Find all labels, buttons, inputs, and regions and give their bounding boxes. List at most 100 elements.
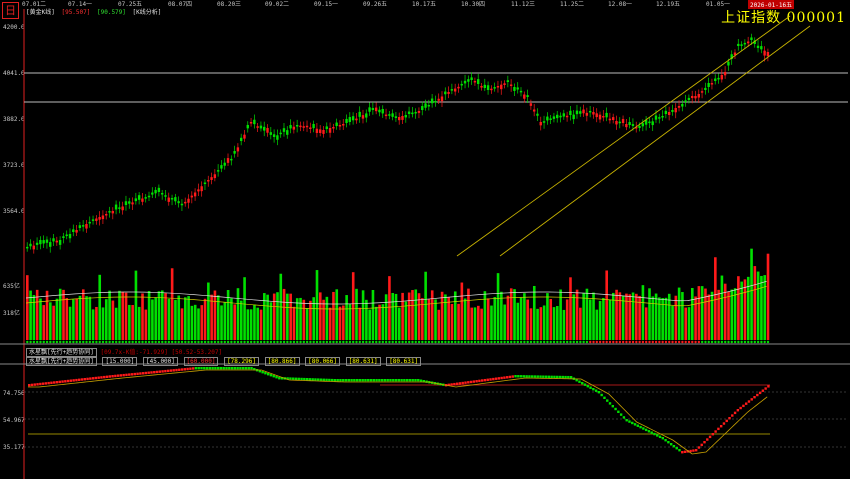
signal-dot <box>635 340 638 344</box>
indicator-bar <box>405 379 409 382</box>
kline-chart[interactable] <box>0 0 850 479</box>
indicator-bar <box>739 406 742 410</box>
indicator-bar <box>736 409 740 412</box>
signal-dot <box>437 340 441 344</box>
indicator-bar <box>664 439 667 442</box>
volume-bar <box>572 294 576 340</box>
signal-dot <box>121 340 124 344</box>
indicator-bar <box>400 379 403 382</box>
indicator-bar <box>333 379 337 382</box>
indicator-bar <box>300 377 303 381</box>
signal-dot <box>434 340 437 344</box>
candle-body <box>105 214 108 216</box>
volume-bar <box>95 306 98 340</box>
signal-dot <box>193 340 197 344</box>
volume-bar <box>305 308 309 340</box>
indicator-bar <box>617 410 620 413</box>
indicator-bar <box>328 378 331 382</box>
signal-dot <box>276 340 279 344</box>
signal-dot <box>289 340 292 344</box>
candle-body <box>62 236 65 238</box>
signal-dot <box>375 340 378 344</box>
indicator-bar <box>339 379 342 382</box>
signal-dot <box>200 340 203 344</box>
candle-body <box>101 215 105 220</box>
signal-dot <box>424 340 427 344</box>
indicator-bar <box>606 399 609 402</box>
volume-bar <box>223 301 227 340</box>
signal-dot <box>203 340 207 344</box>
indicator-bar <box>292 377 295 380</box>
indicator-bar <box>675 447 678 450</box>
candle-body <box>332 127 335 129</box>
signal-dot <box>35 340 39 344</box>
candle-body <box>154 189 157 194</box>
signal-dot <box>398 340 401 344</box>
candle-body <box>582 109 585 114</box>
signal-dot <box>49 340 52 344</box>
signal-dot <box>460 340 464 344</box>
indicator-bar <box>692 449 695 452</box>
volume-bar <box>727 291 730 340</box>
indicator-bar <box>86 377 89 381</box>
indicator-bar <box>542 375 545 378</box>
indicator-bar <box>544 375 548 378</box>
candle-body <box>147 195 151 198</box>
candle-body <box>526 95 529 97</box>
signal-dot <box>417 340 421 344</box>
candle-body <box>55 240 59 243</box>
signal-dot <box>154 340 157 344</box>
candle-body <box>618 121 621 124</box>
volume-bar <box>457 303 460 340</box>
indicator-bar <box>39 382 42 386</box>
indicator-bar <box>197 367 200 370</box>
signal-dot <box>342 340 345 344</box>
indicator-bar <box>650 431 653 434</box>
signal-dot <box>490 340 493 344</box>
candle-body <box>398 117 401 121</box>
candle-body <box>664 110 668 114</box>
candle-body <box>424 103 427 108</box>
indicator-bar <box>78 378 81 381</box>
signal-dot <box>184 340 187 344</box>
signal-dot <box>454 340 457 344</box>
candle-body <box>677 106 681 108</box>
candle-body <box>519 90 523 93</box>
indicator-bar <box>208 367 212 370</box>
indicator-bar <box>728 417 731 420</box>
candle-body <box>289 125 292 129</box>
candle-body <box>160 193 164 195</box>
signal-dot <box>88 340 92 344</box>
volume-bar <box>144 309 148 340</box>
volume-bar <box>292 306 296 340</box>
indicator-bar <box>719 425 723 428</box>
candle-body <box>276 135 279 140</box>
indicator-bar <box>717 427 720 431</box>
indicator-bar <box>222 367 225 370</box>
signal-dot <box>510 340 513 344</box>
indicator-bar <box>556 375 559 379</box>
signal-dot <box>506 340 510 344</box>
signal-dot <box>513 340 516 344</box>
indicator-bar <box>753 396 756 399</box>
volume-bar <box>154 297 157 340</box>
signal-dot <box>760 340 763 344</box>
indicator-bar <box>475 380 478 383</box>
volume-bar <box>371 289 375 340</box>
signal-dot <box>365 340 368 344</box>
volume-bar <box>121 291 125 340</box>
signal-dot <box>266 340 269 344</box>
volume-bar <box>444 294 447 340</box>
signal-dot <box>55 340 59 344</box>
indicator-bar <box>111 375 114 378</box>
signal-dot <box>710 340 714 344</box>
candle-body <box>496 86 500 88</box>
candle-body <box>391 113 394 117</box>
volume-bar <box>309 300 312 340</box>
signal-dot <box>114 340 118 344</box>
signal-dot <box>220 340 223 344</box>
indicator-bar <box>514 375 517 378</box>
indicator-bar <box>575 379 578 382</box>
indicator-bar <box>194 367 198 370</box>
volume-bar <box>539 307 543 340</box>
